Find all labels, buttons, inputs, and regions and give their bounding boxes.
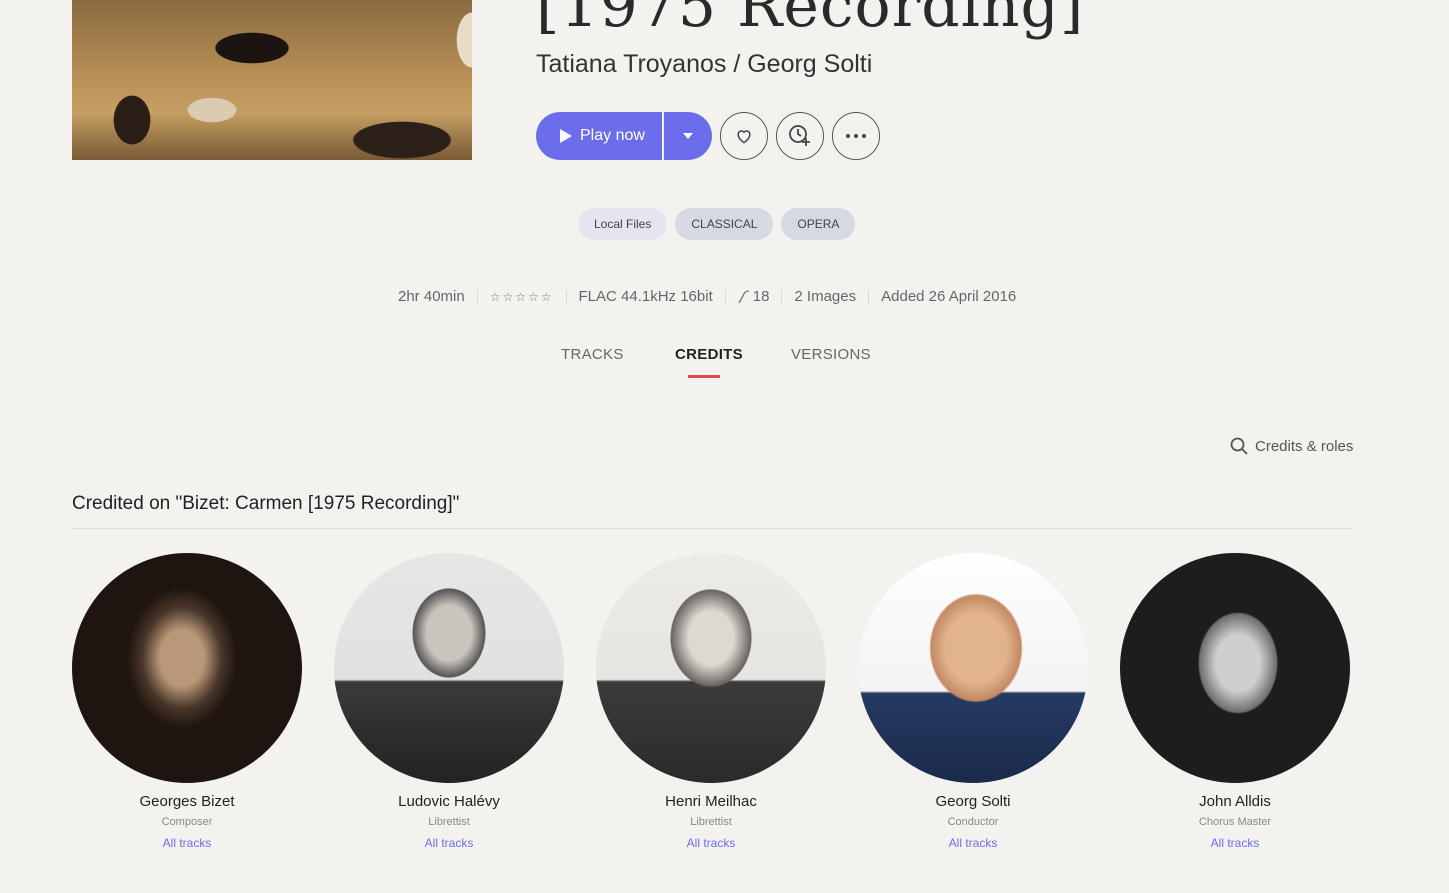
all-tracks-link[interactable]: All tracks <box>596 836 826 850</box>
tag-opera[interactable]: OPERA <box>781 208 856 240</box>
active-tab-indicator <box>688 375 720 378</box>
tab-credits[interactable]: CREDITS <box>675 346 743 363</box>
tag-list: Local Files CLASSICAL OPERA <box>578 208 856 240</box>
more-icon <box>846 134 866 138</box>
add-to-queue-button[interactable] <box>776 112 824 160</box>
person-name[interactable]: Ludovic Halévy <box>334 793 564 810</box>
divider <box>565 289 567 304</box>
tag-classical[interactable]: CLASSICAL <box>675 208 774 240</box>
divider <box>476 289 478 304</box>
credit-card[interactable]: Ludovic Halévy Librettist All tracks <box>334 553 564 850</box>
person-role: Conductor <box>947 816 999 828</box>
tab-versions[interactable]: VERSIONS <box>791 346 871 363</box>
credit-card[interactable]: Georges Bizet Composer All tracks <box>72 553 302 850</box>
avatar[interactable] <box>72 553 302 783</box>
play-options-dropdown[interactable] <box>664 112 712 160</box>
heart-icon <box>737 130 751 144</box>
date-added: Added 26 April 2016 <box>881 288 1017 305</box>
search-icon <box>1230 437 1248 455</box>
track-count: 18 <box>752 288 770 305</box>
credit-card[interactable]: John Alldis Chorus Master All tracks <box>1120 553 1350 850</box>
play-now-button[interactable]: Play now <box>536 112 662 160</box>
album-artist[interactable]: Tatiana Troyanos / Georg Solti <box>536 50 872 79</box>
all-tracks-link[interactable]: All tracks <box>334 836 564 850</box>
tag-local-files[interactable]: Local Files <box>578 208 668 240</box>
person-role: Librettist <box>690 816 732 828</box>
album-meta: 2hr 40min ☆☆☆☆☆ FLAC 44.1kHz 16bit 18 2 … <box>398 288 1016 305</box>
play-now-label: Play now <box>580 127 645 144</box>
divider <box>724 289 726 304</box>
more-options-button[interactable] <box>832 112 880 160</box>
caret-down-icon <box>683 133 693 139</box>
avatar[interactable] <box>596 553 826 783</box>
play-controls: Play now <box>536 112 712 160</box>
section-divider <box>72 528 1352 529</box>
person-name[interactable]: Henri Meilhac <box>596 793 826 810</box>
person-role: Composer <box>161 816 213 828</box>
credit-card[interactable]: Georg Solti Conductor All tracks <box>858 553 1088 850</box>
duration: 2hr 40min <box>398 288 465 305</box>
avatar[interactable] <box>1120 553 1350 783</box>
person-role: Chorus Master <box>1198 816 1272 828</box>
person-role: Librettist <box>428 816 470 828</box>
credits-search[interactable]: Credits & roles <box>1230 437 1353 455</box>
tab-tracks[interactable]: TRACKS <box>561 346 624 363</box>
image-count[interactable]: 2 Images <box>794 288 856 305</box>
search-label: Credits & roles <box>1255 437 1354 455</box>
section-title: Credited on "Bizet: Carmen [1975 Recordi… <box>72 493 460 514</box>
person-name[interactable]: John Alldis <box>1120 793 1350 810</box>
album-title: [1975 Recording] <box>536 0 1085 41</box>
all-tracks-link[interactable]: All tracks <box>1120 836 1350 850</box>
play-icon <box>560 129 572 143</box>
rating-stars[interactable]: ☆☆☆☆☆ <box>490 290 554 304</box>
divider <box>781 289 783 304</box>
clock-plus-icon <box>789 125 810 146</box>
favorite-button[interactable] <box>720 112 768 160</box>
avatar[interactable] <box>858 553 1088 783</box>
audio-format: FLAC 44.1kHz 16bit <box>578 288 713 305</box>
track-count-icon <box>738 289 749 303</box>
avatar[interactable] <box>334 553 564 783</box>
all-tracks-link[interactable]: All tracks <box>72 836 302 850</box>
album-cover[interactable] <box>72 0 472 160</box>
all-tracks-link[interactable]: All tracks <box>858 836 1088 850</box>
person-name[interactable]: Georges Bizet <box>72 793 302 810</box>
person-name[interactable]: Georg Solti <box>858 793 1088 810</box>
divider <box>868 289 870 304</box>
credit-card[interactable]: Henri Meilhac Librettist All tracks <box>596 553 826 850</box>
